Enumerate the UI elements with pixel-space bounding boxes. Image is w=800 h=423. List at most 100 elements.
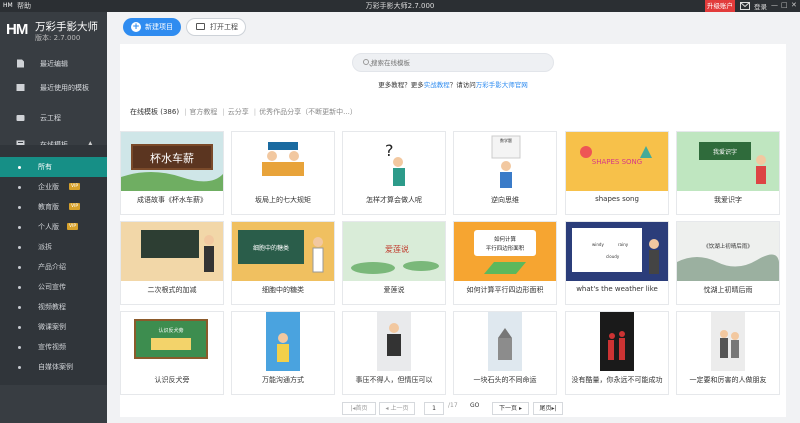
bullet-icon (18, 186, 21, 189)
category-micro-lesson[interactable]: 微课案例 (0, 317, 107, 337)
tutorial-link[interactable]: 实战教程 (424, 81, 450, 89)
template-thumbnail: 我爱识字 (677, 132, 779, 191)
category-4[interactable]: 派拆 (0, 237, 107, 257)
tab-cloud-share[interactable]: 云分享 (228, 108, 249, 116)
thumb-text: 杯水车薪 (150, 151, 194, 165)
bullet-icon (18, 346, 21, 349)
template-caption: 一定要和厉害的人做朋友 (689, 376, 767, 384)
category-company-promo[interactable]: 公司宣传 (0, 277, 107, 297)
bullet-icon (18, 226, 21, 229)
minimize-icon[interactable]: — (771, 1, 778, 9)
bullet-icon (18, 306, 21, 309)
template-card[interactable]: 事压不得人，但情压可以 (342, 311, 446, 395)
template-caption: 细胞中的糖类 (262, 286, 304, 294)
thumb-text: SHAPES SONG (592, 158, 642, 166)
category-label: 派拆 (38, 243, 52, 251)
folder-icon (196, 23, 205, 30)
category-video-tutorial[interactable]: 视频教程 (0, 297, 107, 317)
template-card[interactable]: 杯水车薪 成语故事《杯水车薪》 (120, 131, 224, 215)
template-card[interactable]: 万能沟通方式 (231, 311, 335, 395)
template-card[interactable]: windy rainy cloudy what's the weather li… (565, 221, 669, 305)
bullet-icon (18, 266, 21, 269)
category-label: 自媒体案例 (38, 363, 73, 371)
template-thumbnail (566, 312, 668, 371)
template-card[interactable]: 细胞中的糖类 细胞中的糖类 (231, 221, 335, 305)
sidebar-item-cloud[interactable]: 云工程 (0, 106, 107, 130)
thumb-text: 我爱识字 (713, 148, 737, 156)
template-card[interactable]: 认识反犬旁 认识反犬旁 (120, 311, 224, 395)
template-caption: 没有酷量，你永远不可能成功 (571, 376, 663, 384)
template-card[interactable]: 我爱识字 我爱识字 (676, 131, 780, 215)
plus-icon: + (131, 22, 141, 32)
official-site-link[interactable]: 万彩手影大师官网 (476, 81, 528, 89)
template-tabs: 在线模板 (386) | 官方教程 | 云分享 | 优秀作品分享（不断更新中...） (130, 108, 357, 116)
template-thumbnail: 如何计算 平行四边形面积 (454, 222, 556, 281)
template-caption: 我爱识字 (714, 196, 742, 204)
template-caption: 认识反犬旁 (154, 376, 190, 384)
brand: HM 万彩手影大师 版本: 2.7.000 (0, 12, 107, 48)
prev-page-button[interactable]: ◂ 上一页 (379, 402, 415, 415)
sidebar-item-recent-edit[interactable]: 最近编辑 (0, 52, 107, 76)
template-card[interactable]: 数学题 逆向思维 (453, 131, 557, 215)
template-thumbnail (454, 312, 556, 371)
category-self-media[interactable]: 自媒体案例 (0, 357, 107, 377)
search-input[interactable] (371, 56, 541, 69)
category-label: 产品介绍 (38, 263, 66, 271)
vip-badge: VIP (69, 203, 81, 210)
last-page-button[interactable]: 尾页▸| (533, 402, 563, 415)
svg-text:cloudy: cloudy (606, 254, 620, 259)
template-thumbnail: windy rainy cloudy (566, 222, 668, 281)
template-card[interactable]: 没有酷量，你永远不可能成功 (565, 311, 669, 395)
template-card[interactable]: 如何计算 平行四边形面积 如何计算平行四边形面积 (453, 221, 557, 305)
login-link[interactable]: 登录 (754, 1, 767, 11)
template-card[interactable]: 坂局上的七大规矩 (231, 131, 335, 215)
category-enterprise[interactable]: 企业版 VIP (0, 177, 107, 197)
first-page-button[interactable]: |◂首页 (342, 402, 376, 415)
maximize-icon[interactable]: □ (781, 1, 788, 9)
category-promo-video[interactable]: 宣传视频 (0, 337, 107, 357)
template-thumbnail (121, 222, 223, 281)
total-pages: /17 (448, 402, 458, 409)
cloud-icon (16, 115, 25, 121)
category-all[interactable]: 所有 (0, 157, 107, 177)
template-thumbnail (677, 312, 779, 371)
template-card[interactable]: 《饮湖上初晴后雨》 忱湖上初晴后雨 (676, 221, 780, 305)
template-thumbnail (232, 132, 334, 191)
open-project-button[interactable]: 打开工程 (186, 18, 246, 36)
bullet-icon (18, 286, 21, 289)
category-label: 视频教程 (38, 303, 66, 311)
next-page-button[interactable]: 下一页 ▸ (492, 402, 529, 415)
new-project-button[interactable]: + 新建项目 (123, 18, 181, 36)
upgrade-button[interactable]: 升级账户 (705, 0, 735, 12)
tab-official-tutorials[interactable]: 官方教程 (189, 108, 217, 116)
template-card[interactable]: 爱莲说 爱莲说 (342, 221, 446, 305)
sidebar-item-recent-templates[interactable]: 最近使用的模板 (0, 76, 107, 100)
bullet-icon (18, 206, 21, 209)
tab-online-templates[interactable]: 在线模板 (386) (130, 108, 179, 116)
category-label: 个人版 (38, 223, 59, 231)
template-card[interactable]: ? 怎样才算会做人呢 (342, 131, 446, 215)
category-product-intro[interactable]: 产品介绍 (0, 257, 107, 277)
search-box[interactable] (352, 53, 554, 72)
tab-showcase[interactable]: 优秀作品分享（不断更新中...） (259, 108, 357, 116)
mail-icon[interactable] (740, 2, 750, 10)
category-personal[interactable]: 个人版 VIP (0, 217, 107, 237)
template-thumbnail: SHAPES SONG (566, 132, 668, 191)
category-education[interactable]: 教育版 VIP (0, 197, 107, 217)
svg-text:如何计算: 如何计算 (494, 235, 517, 243)
template-card[interactable]: 二次根式的加减 (120, 221, 224, 305)
category-label: 公司宣传 (38, 283, 66, 291)
template-card[interactable]: SHAPES SONG shapes song (565, 131, 669, 215)
template-card[interactable]: 一块石头的不同命运 (453, 311, 557, 395)
template-card[interactable]: 一定要和厉害的人做朋友 (676, 311, 780, 395)
page-number-input[interactable]: 1 (424, 402, 444, 415)
template-caption: 事压不得人，但情压可以 (355, 376, 433, 384)
template-caption: 万能沟通方式 (262, 376, 304, 384)
go-button[interactable]: GO (470, 402, 479, 414)
template-caption: 爱莲说 (383, 286, 405, 294)
thumb-text: ? (385, 141, 394, 160)
more-prefix: 更多教程？更多 (378, 81, 424, 89)
vip-badge: VIP (69, 183, 81, 190)
close-icon[interactable]: ✕ (791, 1, 797, 9)
last-page-icon: ▸| (551, 405, 557, 412)
